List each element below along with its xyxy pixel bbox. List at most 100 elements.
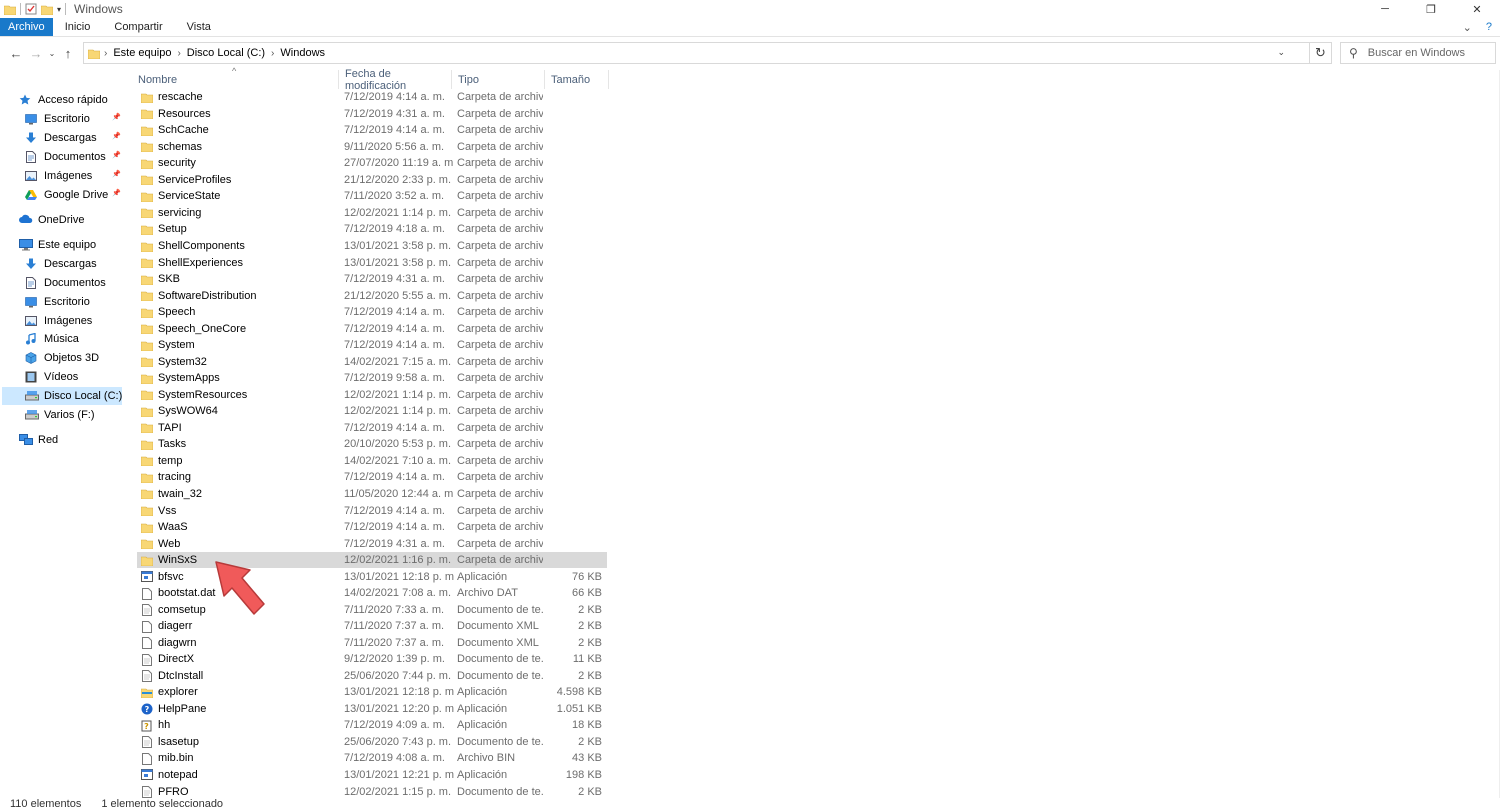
column-header-name[interactable]: Nombre ^ (132, 66, 339, 89)
tab-inicio[interactable]: Inicio (53, 18, 103, 36)
restore-button[interactable]: ❐ (1408, 0, 1454, 18)
file-name-cell: System (137, 337, 337, 354)
file-row[interactable]: ServiceProfiles 21/12/2020 2:33 p. m. Carp… (137, 172, 607, 189)
file-row[interactable]: explorer 13/01/2021 12:18 p. m. Aplicación… (137, 684, 607, 701)
file-row[interactable]: Web 7/12/2019 4:31 a. m. Carpeta de archiv… (137, 535, 607, 552)
file-row[interactable]: ShellComponents 13/01/2021 3:58 p. m. Carp… (137, 238, 607, 255)
file-name-cell: SystemApps (137, 370, 337, 387)
sidebar-item[interactable]: Vídeos (25, 368, 78, 386)
back-button[interactable]: ← (6, 43, 26, 63)
file-row[interactable]: Tasks 20/10/2020 5:53 p. m. Carpeta de arc… (137, 436, 607, 453)
file-row[interactable]: schemas 9/11/2020 5:56 a. m. Carpeta de ar… (137, 139, 607, 156)
chevron-right-icon[interactable]: › (104, 48, 107, 59)
file-type: Carpeta de archivos (457, 421, 543, 434)
file-row[interactable]: comsetup 7/11/2020 7:33 a. m. Documento de… (137, 601, 607, 618)
tab-compartir[interactable]: Compartir (102, 18, 174, 36)
pin-icon: 📌 (112, 190, 121, 197)
sidebar-item[interactable]: Escritorio (25, 293, 90, 311)
column-header-type[interactable]: Tipo (452, 70, 545, 89)
sidebar-item[interactable]: Imágenes (25, 312, 92, 330)
sidebar-item[interactable]: Red (19, 431, 58, 449)
up-button[interactable]: ↑ (58, 43, 78, 63)
sidebar-item[interactable]: Disco Local (C:) (2, 387, 122, 405)
sidebar-item[interactable]: Este equipo (19, 236, 96, 254)
file-row[interactable]: DirectX 9/12/2020 1:39 p. m. Documento de … (137, 651, 607, 668)
sidebar-item[interactable]: Objetos 3D (25, 349, 99, 367)
file-row[interactable]: SKB 7/12/2019 4:31 a. m. Carpeta de archiv… (137, 271, 607, 288)
refresh-button[interactable]: ↻ (1310, 42, 1332, 64)
file-row[interactable]: SysWOW64 12/02/2021 1:14 p. m. Carpeta de … (137, 403, 607, 420)
address-dropdown-icon[interactable]: ⌄ (1277, 47, 1285, 58)
recent-locations-button[interactable]: ⌄ (46, 43, 58, 63)
file-row[interactable]: ServiceState 7/11/2020 3:52 a. m. Carpeta … (137, 188, 607, 205)
sidebar-item[interactable]: Google Drive (25, 186, 108, 204)
file-row[interactable]: bfsvc 13/01/2021 12:18 p. m. Aplicación 76 … (137, 568, 607, 585)
file-row[interactable]: temp 14/02/2021 7:10 a. m. Carpeta de arch… (137, 453, 607, 470)
file-row[interactable]: diagerr 7/11/2020 7:37 a. m. Documento XML… (137, 618, 607, 635)
file-row[interactable]: ? hh 7/12/2019 4:09 a. m. Aplicación 18 KB (137, 717, 607, 734)
file-row[interactable]: security 27/07/2020 11:19 a. m. Carpeta de… (137, 155, 607, 172)
chevron-right-icon[interactable]: › (177, 48, 180, 59)
file-row[interactable]: SoftwareDistribution 21/12/2020 5:55 a. m… (137, 287, 607, 304)
file-row[interactable]: bootstat.dat 14/02/2021 7:08 a. m. Archivo… (137, 585, 607, 602)
file-row[interactable]: Resources 7/12/2019 4:31 a. m. Carpeta de … (137, 106, 607, 123)
close-button[interactable]: ✕ (1454, 0, 1500, 18)
file-row[interactable]: SchCache 7/12/2019 4:14 a. m. Carpeta de a… (137, 122, 607, 139)
chevron-right-icon[interactable]: › (271, 48, 274, 59)
file-name: diagerr (158, 620, 193, 633)
file-row[interactable]: WinSxS 12/02/2021 1:16 p. m. Carpeta de ar… (137, 551, 607, 569)
file-row[interactable]: mib.bin 7/12/2019 4:08 a. m. Archivo BIN 43… (137, 750, 607, 767)
sidebar-item[interactable]: Documentos (25, 148, 106, 166)
file-row[interactable]: tracing 7/12/2019 4:14 a. m. Carpeta de ar… (137, 469, 607, 486)
file-row[interactable]: System 7/12/2019 4:14 a. m. Carpeta de arc… (137, 337, 607, 354)
sidebar-item[interactable]: Imágenes (25, 167, 92, 185)
file-row[interactable]: System32 14/02/2021 7:15 a. m. Carpeta de … (137, 353, 607, 370)
file-row[interactable]: Speech 7/12/2019 4:14 a. m. Carpeta de arc… (137, 304, 607, 321)
sidebar-item[interactable]: Descargas (25, 255, 97, 273)
sidebar-item[interactable]: Descargas (25, 129, 97, 147)
sidebar-item[interactable]: Música (25, 330, 79, 348)
file-size: 2 KB (578, 603, 602, 616)
file-row[interactable]: DtcInstall 25/06/2020 7:44 p. m. Documento… (137, 668, 607, 685)
file-row[interactable]: TAPI 7/12/2019 4:14 a. m. Carpeta de archi… (137, 420, 607, 437)
tab-vista[interactable]: Vista (175, 18, 223, 36)
minimize-button[interactable]: ─ (1362, 0, 1408, 18)
tab-archivo[interactable]: Archivo (0, 18, 53, 36)
file-row[interactable]: rescache 7/12/2019 4:14 a. m. Carpeta de a… (137, 89, 607, 106)
file-row[interactable]: servicing 12/02/2021 1:14 p. m. Carpeta de… (137, 205, 607, 222)
sidebar-item[interactable]: Documentos (25, 274, 106, 292)
file-row[interactable]: SystemResources 12/02/2021 1:14 p. m. Carp… (137, 387, 607, 404)
file-row[interactable]: SystemApps 7/12/2019 9:58 a. m. Carpeta de… (137, 370, 607, 387)
address-bar[interactable]: › Este equipo › Disco Local (C:) › Windo… (83, 42, 1310, 64)
file-row[interactable]: diagwrn 7/11/2020 7:37 a. m. Documento XML… (137, 634, 607, 651)
column-header-size[interactable]: Tamaño (545, 70, 609, 89)
folder-icon (140, 274, 154, 285)
expand-ribbon-icon[interactable]: ⌄ (1463, 21, 1472, 34)
file-row[interactable]: lsasetup 25/06/2020 7:43 p. m. Documento d… (137, 734, 607, 751)
properties-icon[interactable] (25, 3, 37, 15)
sidebar-item[interactable]: Escritorio (25, 110, 90, 128)
sidebar-item[interactable]: OneDrive (19, 211, 84, 229)
sidebar-item[interactable]: Acceso rápido (19, 91, 108, 109)
file-size (547, 188, 602, 205)
breadcrumb-windows[interactable]: Windows (280, 47, 325, 59)
sidebar-item[interactable]: Varios (F:) (25, 406, 95, 424)
file-row[interactable]: Setup 7/12/2019 4:18 a. m. Carpeta de arch… (137, 221, 607, 238)
file-row[interactable]: twain_32 11/05/2020 12:44 a. m. Carpeta de… (137, 486, 607, 503)
customize-dropdown-icon[interactable]: ▾ (57, 5, 61, 14)
file-row[interactable]: ShellExperiences 13/01/2021 3:58 p. m. Car… (137, 254, 607, 271)
file-row[interactable]: notepad 13/01/2021 12:21 p. m. Aplicación 1… (137, 767, 607, 784)
file-row[interactable]: Speech_OneCore 7/12/2019 4:14 a. m. Carpet… (137, 320, 607, 337)
breadcrumb-disco-local[interactable]: Disco Local (C:) (187, 47, 265, 59)
new-folder-icon[interactable] (41, 4, 53, 15)
breadcrumb-este-equipo[interactable]: Este equipo (113, 47, 171, 59)
file-row[interactable]: ? HelpPane 13/01/2021 12:20 p. m. Aplicació… (137, 701, 607, 718)
forward-button[interactable]: → (26, 43, 46, 63)
help-icon[interactable]: ? (1486, 21, 1492, 34)
file-row[interactable]: WaaS 7/12/2019 4:14 a. m. Carpeta de archi… (137, 519, 607, 536)
file-name: lsasetup (158, 735, 199, 748)
file-name-cell: SysWOW64 (137, 403, 337, 420)
column-header-date[interactable]: Fecha de modificación (339, 68, 452, 92)
search-box[interactable]: ⚲ Buscar en Windows (1340, 42, 1496, 64)
file-row[interactable]: Vss 7/12/2019 4:14 a. m. Carpeta de archiv… (137, 502, 607, 519)
